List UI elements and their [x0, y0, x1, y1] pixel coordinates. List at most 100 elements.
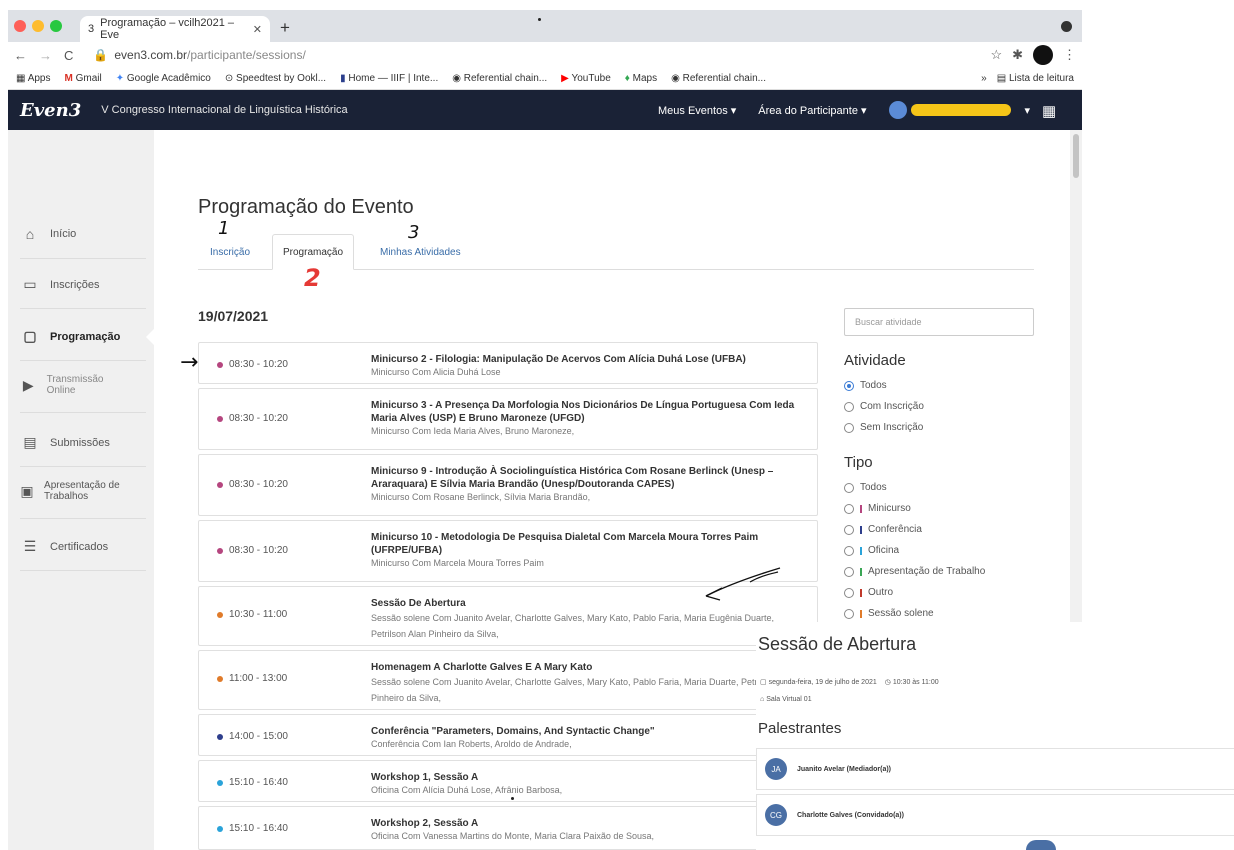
bookmark-iiif[interactable]: ▮ Home — IIIF | Inte... [340, 73, 438, 84]
radio-button[interactable] [844, 482, 854, 493]
menu-icon[interactable]: ⋮ [1063, 47, 1076, 63]
puzzle-icon[interactable]: ✱ [1012, 47, 1023, 63]
filters-panel: Buscar atividade Atividade Todos Com Ins… [844, 308, 1044, 624]
type-option-conferencia[interactable]: Conferência [844, 519, 1044, 540]
bookmark-youtube[interactable]: ▶ YouTube [561, 73, 611, 84]
radio-button[interactable] [844, 545, 854, 556]
bookmark-maps[interactable]: ♦ Maps [625, 73, 657, 84]
bookmark-speedtest[interactable]: ⊙ Speedtest by Ookl... [225, 73, 326, 84]
maximize-window-button[interactable] [50, 20, 62, 32]
session-color-dot [217, 415, 223, 422]
reading-list-button[interactable]: ▤ Lista de leitura [997, 73, 1074, 84]
radio-button[interactable] [844, 422, 854, 433]
activity-option-todos[interactable]: Todos [844, 375, 1044, 396]
radio-button[interactable] [844, 587, 854, 598]
bookmarks-right: » ▤ Lista de leitura [981, 73, 1074, 84]
speaker-item[interactable]: JA Juanito Avelar (Mediador(a)) [756, 748, 1234, 790]
program-tabs: Inscrição Programação Minhas Atividades [198, 234, 1034, 270]
profile-avatar[interactable] [1033, 45, 1053, 65]
type-color-bar [860, 567, 862, 576]
annotation-2: 2 [304, 264, 321, 292]
type-color-bar [860, 588, 862, 597]
list-item[interactable]: 08:30 - 10:20 Minicurso 3 - A Presença D… [198, 388, 818, 450]
my-events-menu[interactable]: Meus Eventos ▾ [658, 104, 736, 117]
speaker-name: Juanito Avelar (Mediador(a)) [797, 765, 891, 773]
session-color-dot [217, 481, 223, 488]
sidebar-item-label: Apresentação de Trabalhos [44, 480, 120, 502]
type-color-bar [860, 504, 862, 513]
sidebar-item-submissoes[interactable]: ▤ Submissões [20, 434, 146, 451]
list-item[interactable]: 15:10 - 16:40 Workshop 2, Sessão A Ofici… [198, 806, 818, 850]
activity-option-com-inscricao[interactable]: Com Inscrição [844, 396, 1044, 417]
session-info: Conferência "Parameters, Domains, And Sy… [371, 725, 811, 751]
bookmark-google-academico[interactable]: ✦ Google Acadêmico [116, 73, 211, 84]
tab-inscricao[interactable]: Inscrição [200, 234, 260, 270]
list-item[interactable]: 08:30 - 10:20 Minicurso 9 - Introdução À… [198, 454, 818, 516]
browser-tab[interactable]: 3 Programação – vcilh2021 – Eve ✕ [80, 16, 270, 42]
new-tab-button[interactable]: + [280, 18, 290, 38]
address-bar[interactable]: 🔒 even3.com.br/participante/sessions/ [85, 44, 978, 66]
sidebar-item-inicio[interactable]: ⌂ Início [20, 226, 146, 242]
activity-heading: Atividade [844, 352, 906, 369]
detail-time: ◷ 10:30 às 11:00 [884, 679, 939, 686]
participant-area-menu[interactable]: Área do Participante ▾ [758, 104, 866, 117]
close-tab-icon[interactable]: ✕ [253, 23, 262, 36]
star-icon[interactable]: ☆ [990, 47, 1002, 63]
session-subtitle: Minicurso Com Rosane Berlinck, Sílvia Ma… [371, 492, 591, 502]
type-option-minicurso[interactable]: Minicurso [844, 498, 1044, 519]
speaker-avatar: CG [765, 804, 787, 826]
search-input[interactable]: Buscar atividade [844, 308, 1034, 336]
radio-button[interactable] [844, 503, 854, 514]
reload-icon[interactable]: C [64, 48, 73, 63]
user-menu[interactable]: ▾ [888, 101, 1031, 119]
sidebar-item-transmissao[interactable]: ▶ Transmissão Online [20, 374, 120, 396]
activity-option-sem-inscricao[interactable]: Sem Inscrição [844, 417, 1044, 438]
event-name[interactable]: V Congresso Internacional de Linguística… [101, 104, 347, 116]
sidebar-item-label: Submissões [50, 436, 110, 449]
scrollbar-thumb[interactable] [1073, 134, 1079, 178]
bookmark-referential-1[interactable]: ◉ Referential chain... [452, 73, 547, 84]
sidebar-item-programacao[interactable]: ▢ Programação [20, 328, 146, 345]
radio-button[interactable] [844, 524, 854, 535]
list-item[interactable]: 14:00 - 15:00 Conferência "Parameters, D… [198, 714, 818, 756]
sidebar-item-apresentacao[interactable]: ▣ Apresentação de Trabalhos [20, 480, 130, 502]
close-window-button[interactable] [14, 20, 26, 32]
radio-button[interactable] [844, 401, 854, 412]
radio-button[interactable] [844, 566, 854, 577]
back-icon[interactable]: ← [14, 48, 27, 63]
list-item[interactable]: 15:10 - 16:40 Workshop 1, Sessão A Ofici… [198, 760, 818, 802]
session-info: Minicurso 2 - Filologia: Manipulação De … [371, 353, 811, 379]
bookmark-apps[interactable]: ▦ Apps [16, 73, 50, 84]
minimize-window-button[interactable] [32, 20, 44, 32]
profile-icon[interactable] [1061, 21, 1072, 32]
session-subtitle: Minicurso Com Alicia Duhá Lose [371, 367, 501, 377]
type-option-outro[interactable]: Outro [844, 582, 1044, 603]
bookmark-referential-2[interactable]: ◉ Referential chain... [671, 73, 766, 84]
radio-button[interactable] [844, 380, 854, 391]
apps-grid-icon[interactable]: ▦ [1042, 102, 1056, 120]
forward-icon[interactable]: → [39, 48, 52, 63]
type-option-apresentacao[interactable]: Apresentação de Trabalho [844, 561, 1044, 582]
speaker-item[interactable]: CG Charlotte Galves (Convidado(a)) [756, 794, 1234, 836]
user-menu-caret: ▾ [1024, 104, 1031, 117]
list-item[interactable]: 11:00 - 13:00 Homenagem A Charlotte Galv… [198, 650, 818, 710]
radio-button[interactable] [844, 608, 854, 619]
sidebar-divider [20, 360, 146, 361]
sidebar-item-certificados[interactable]: ☰ Certificados [20, 538, 146, 555]
play-icon: ▶ [22, 376, 34, 393]
type-option-sessao-solene[interactable]: Sessão solene [844, 603, 1044, 624]
presentation-icon: ▣ [20, 482, 34, 499]
list-item[interactable]: 08:30 - 10:20 Minicurso 2 - Filologia: M… [198, 342, 818, 384]
type-option-oficina[interactable]: Oficina [844, 540, 1044, 561]
session-title: Workshop 1, Sessão A [371, 772, 479, 783]
sidebar-item-inscricoes[interactable]: ▭ Inscrições [20, 276, 146, 293]
even3-logo[interactable]: Even3 [20, 100, 81, 121]
session-detail-panel: Sessão de Abertura ▢ segunda-feira, 19 d… [756, 622, 1234, 850]
tab-minhas-atividades[interactable]: Minhas Atividades [370, 234, 471, 270]
speaker-avatar: JA [765, 758, 787, 780]
type-option-todos[interactable]: Todos [844, 477, 1044, 498]
more-bookmarks-button[interactable]: » [981, 73, 987, 84]
navbar-menu: Meus Eventos ▾ Área do Participante ▾ ▾ [658, 101, 1030, 119]
stray-mark [538, 18, 541, 21]
bookmark-gmail[interactable]: M Gmail [64, 73, 101, 84]
